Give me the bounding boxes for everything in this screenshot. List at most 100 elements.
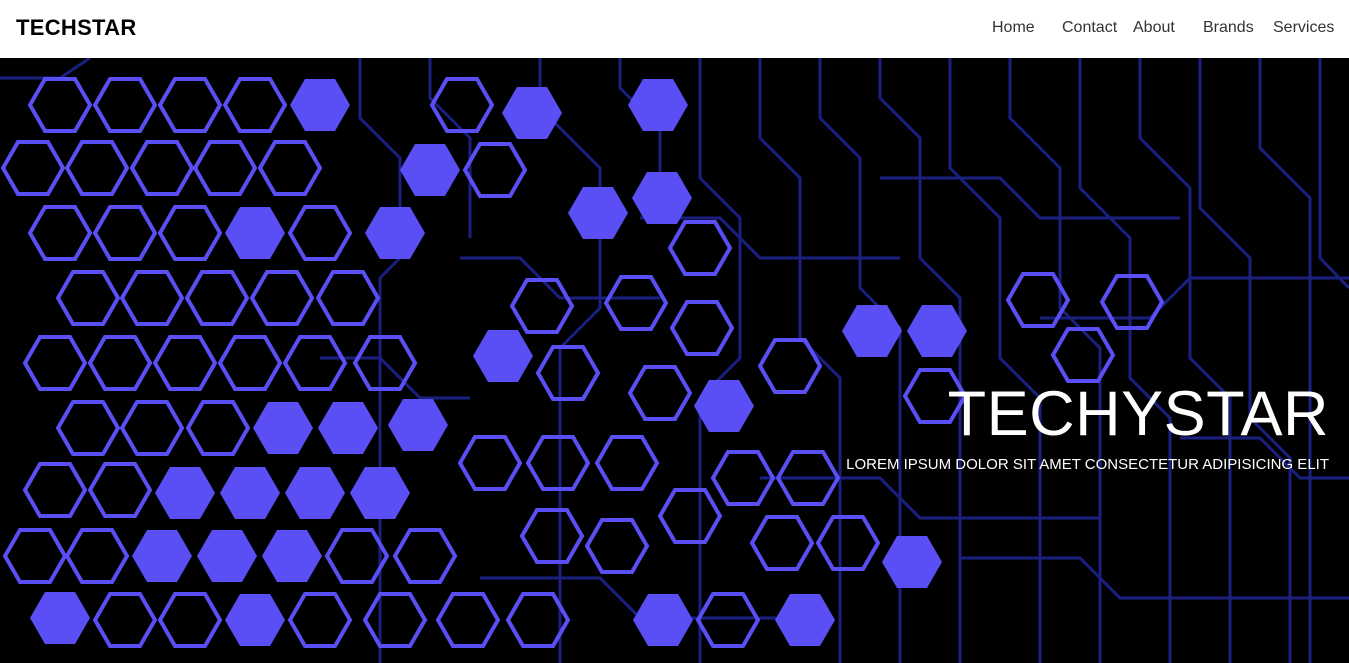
hexagon-outline	[757, 338, 823, 394]
hexagon-filled	[318, 402, 378, 454]
hexagon-filled	[225, 594, 285, 646]
hexagon-outline	[157, 77, 223, 133]
hexagon-outline	[667, 220, 733, 276]
hexagon-outline	[22, 462, 88, 518]
hexagon-outline	[217, 335, 283, 391]
hexagon-outline	[657, 488, 723, 544]
hexagon-outline	[695, 592, 761, 648]
hexagon-outline	[64, 140, 130, 196]
hero-background-image	[0, 58, 1349, 663]
hexagon-filled	[400, 144, 460, 196]
hexagon-pattern	[0, 77, 1165, 648]
hexagon-outline	[119, 270, 185, 326]
hexagon-outline	[92, 205, 158, 261]
hexagon-outline	[509, 278, 575, 334]
hexagon-filled	[473, 330, 533, 382]
hexagon-filled	[290, 79, 350, 131]
circuit-trace-line	[880, 176, 1180, 220]
hexagon-filled	[633, 594, 693, 646]
nav-link-about[interactable]: About	[1133, 19, 1175, 37]
hexagon-outline	[64, 528, 130, 584]
nav-link-contact[interactable]: Contact	[1062, 19, 1117, 37]
hexagon-filled	[285, 467, 345, 519]
hexagon-outline	[27, 77, 93, 133]
hero-section: TECHYSTAR LOREM IPSUM DOLOR SIT AMET CON…	[0, 58, 1349, 663]
hexagon-outline	[282, 335, 348, 391]
hexagon-outline	[1099, 274, 1165, 330]
hero-subtitle: LOREM IPSUM DOLOR SIT AMET CONSECTETUR A…	[846, 456, 1329, 473]
hexagon-filled	[225, 207, 285, 259]
hexagon-outline	[2, 528, 68, 584]
hexagon-outline	[27, 205, 93, 261]
hexagon-filled	[155, 467, 215, 519]
nav-link-services[interactable]: Services	[1273, 19, 1334, 37]
hexagon-outline	[192, 140, 258, 196]
hexagon-outline	[87, 335, 153, 391]
hexagon-outline	[392, 528, 458, 584]
hexagon-outline	[92, 592, 158, 648]
hexagon-outline	[749, 515, 815, 571]
hexagon-filled	[775, 594, 835, 646]
hexagon-outline	[129, 140, 195, 196]
hexagon-filled	[388, 399, 448, 451]
circuit-trace-line	[1198, 58, 1292, 663]
hexagon-filled	[628, 79, 688, 131]
hexagon-filled	[262, 530, 322, 582]
circuit-trace-line	[1138, 58, 1232, 663]
hexagon-outline	[257, 140, 323, 196]
hexagon-outline	[0, 140, 66, 196]
hexagon-filled	[30, 592, 90, 644]
hexagon-filled	[220, 467, 280, 519]
hexagon-filled	[365, 207, 425, 259]
hexagon-outline	[184, 270, 250, 326]
hexagon-filled	[568, 187, 628, 239]
hexagon-outline	[362, 592, 428, 648]
circuit-trace-line	[0, 58, 91, 80]
circuit-trace-line	[358, 58, 402, 663]
hexagon-outline	[55, 400, 121, 456]
hexagon-filled	[842, 305, 902, 357]
hexagon-outline	[185, 400, 251, 456]
circuit-traces	[0, 58, 1349, 663]
hexagon-outline	[669, 300, 735, 356]
hexagon-outline	[287, 592, 353, 648]
hexagon-outline	[249, 270, 315, 326]
hexagon-outline	[1050, 327, 1116, 383]
hexagon-filled	[632, 172, 692, 224]
hexagon-outline	[55, 270, 121, 326]
hexagon-outline	[22, 335, 88, 391]
hexagon-outline	[584, 518, 650, 574]
nav-link-brands[interactable]: Brands	[1203, 19, 1254, 37]
hexagon-filled	[197, 530, 257, 582]
hexagon-outline	[462, 142, 528, 198]
hexagon-outline	[315, 270, 381, 326]
hexagon-outline	[87, 462, 153, 518]
hexagon-filled	[907, 305, 967, 357]
hexagon-outline	[435, 592, 501, 648]
hexagon-outline	[627, 365, 693, 421]
hexagon-outline	[519, 508, 585, 564]
hexagon-outline	[535, 345, 601, 401]
circuit-trace-line	[1040, 276, 1349, 320]
hexagon-filled	[350, 467, 410, 519]
circuit-trace-line	[1318, 58, 1349, 290]
hexagon-filled	[132, 530, 192, 582]
hexagon-outline	[287, 205, 353, 261]
circuit-trace-line	[948, 58, 1042, 663]
hexagon-outline	[92, 77, 158, 133]
hexagon-outline	[594, 435, 660, 491]
hexagon-outline	[157, 205, 223, 261]
circuit-trace-line	[698, 58, 742, 663]
circuit-trace-line	[1258, 58, 1312, 663]
hexagon-outline	[429, 77, 495, 133]
brand-logo[interactable]: TECHSTAR	[16, 15, 137, 41]
hexagon-outline	[815, 515, 881, 571]
hexagon-outline	[324, 528, 390, 584]
hexagon-outline	[119, 400, 185, 456]
hexagon-filled	[882, 536, 942, 588]
hexagon-outline	[152, 335, 218, 391]
hexagon-outline	[603, 275, 669, 331]
nav-link-home[interactable]: Home	[992, 19, 1035, 37]
navbar: TECHSTAR Home Contact About Brands Servi…	[0, 0, 1349, 58]
hero-title: TECHYSTAR	[947, 379, 1329, 449]
